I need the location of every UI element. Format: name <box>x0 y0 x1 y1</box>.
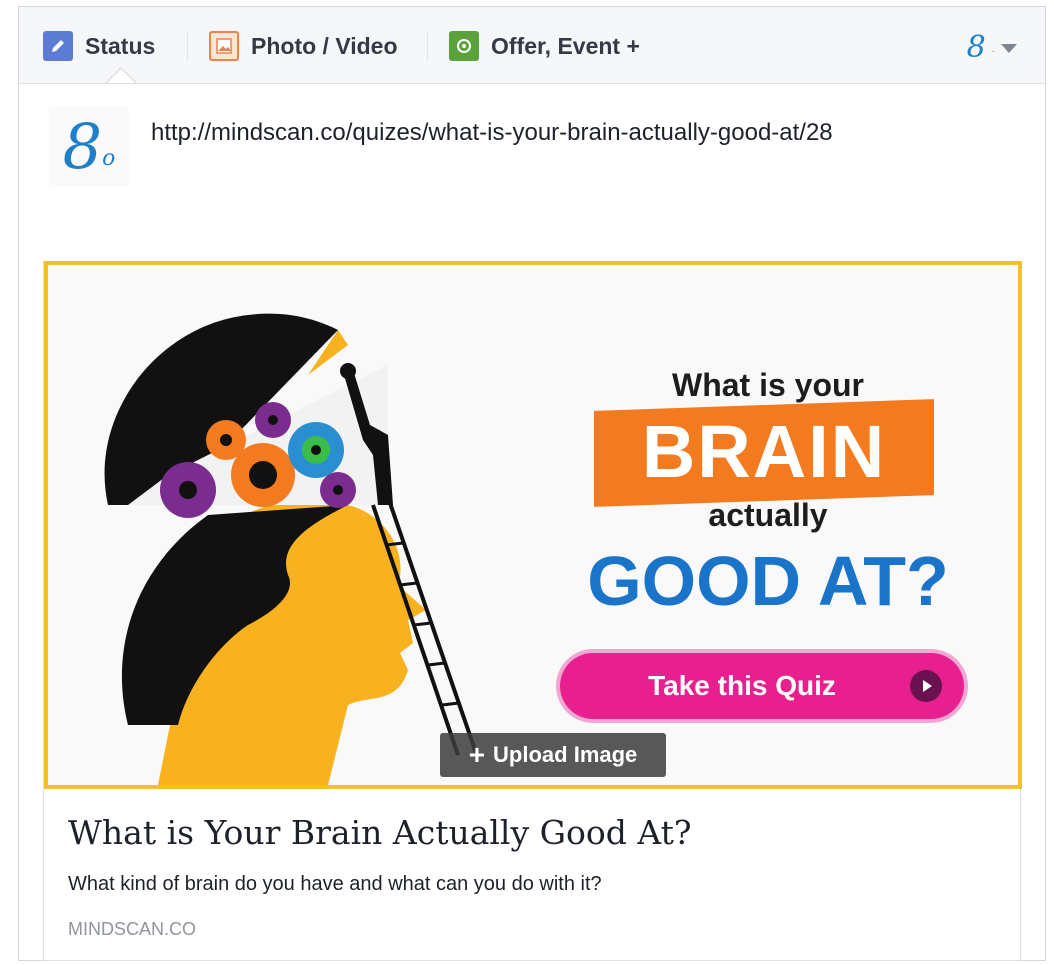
upload-image-label: Upload Image <box>493 742 638 767</box>
page-selector-dropdown[interactable]: 8 . <box>967 33 1017 63</box>
link-preview-meta: What is Your Brain Actually Good At? Wha… <box>44 789 1022 961</box>
avatar-logo: 8 <box>62 110 103 183</box>
quiz-heading-line3: actually <box>708 497 828 533</box>
tab-status[interactable]: Status <box>43 29 155 63</box>
link-preview-domain: MINDSCAN.CO <box>68 919 197 939</box>
offer-icon <box>449 31 479 61</box>
link-preview-title[interactable]: What is Your Brain Actually Good At? <box>68 813 692 852</box>
post-text-input[interactable]: http://mindscan.co/quizes/what-is-your-b… <box>151 119 833 147</box>
tab-divider <box>427 31 428 61</box>
pencil-icon <box>43 31 73 61</box>
tab-photo-video-label: Photo / Video <box>251 32 398 59</box>
tab-offer-event[interactable]: Offer, Event + <box>449 29 640 63</box>
take-quiz-label: Take this Quiz <box>648 670 836 701</box>
upload-image-button[interactable]: + Upload Image <box>440 733 666 777</box>
photo-icon <box>209 31 239 61</box>
avatar[interactable]: 8 o <box>49 107 129 187</box>
link-preview-description[interactable]: What kind of brain do you have and what … <box>68 873 602 896</box>
link-preview[interactable]: What is your BRAIN actually GOOD AT? Tak… <box>43 261 1022 961</box>
tab-photo-video[interactable]: Photo / Video <box>209 29 398 63</box>
chevron-down-icon <box>1001 43 1017 53</box>
avatar-logo-sub: o <box>102 145 116 171</box>
arrow-right-icon <box>910 670 942 702</box>
quiz-heading-brain: BRAIN <box>641 410 887 493</box>
tab-status-label: Status <box>85 32 156 59</box>
page-selector-suffix: . <box>991 41 995 55</box>
tab-divider <box>187 31 188 61</box>
tab-offer-event-label: Offer, Event + <box>491 32 640 59</box>
quiz-heading-good-at: GOOD AT? <box>587 542 949 620</box>
page-logo-icon: 8 <box>966 30 986 65</box>
take-quiz-graphic: Take this Quiz <box>560 653 964 719</box>
link-preview-image: What is your BRAIN actually GOOD AT? Tak… <box>44 261 1022 789</box>
composer-tabs: Status Photo / Video Offer, Event + 8 . <box>19 7 1045 84</box>
quiz-heading-line1: What is your <box>671 367 864 403</box>
plus-icon: + <box>468 739 486 770</box>
post-composer: Status Photo / Video Offer, Event + 8 . … <box>18 6 1046 961</box>
active-tab-notch <box>107 69 135 83</box>
